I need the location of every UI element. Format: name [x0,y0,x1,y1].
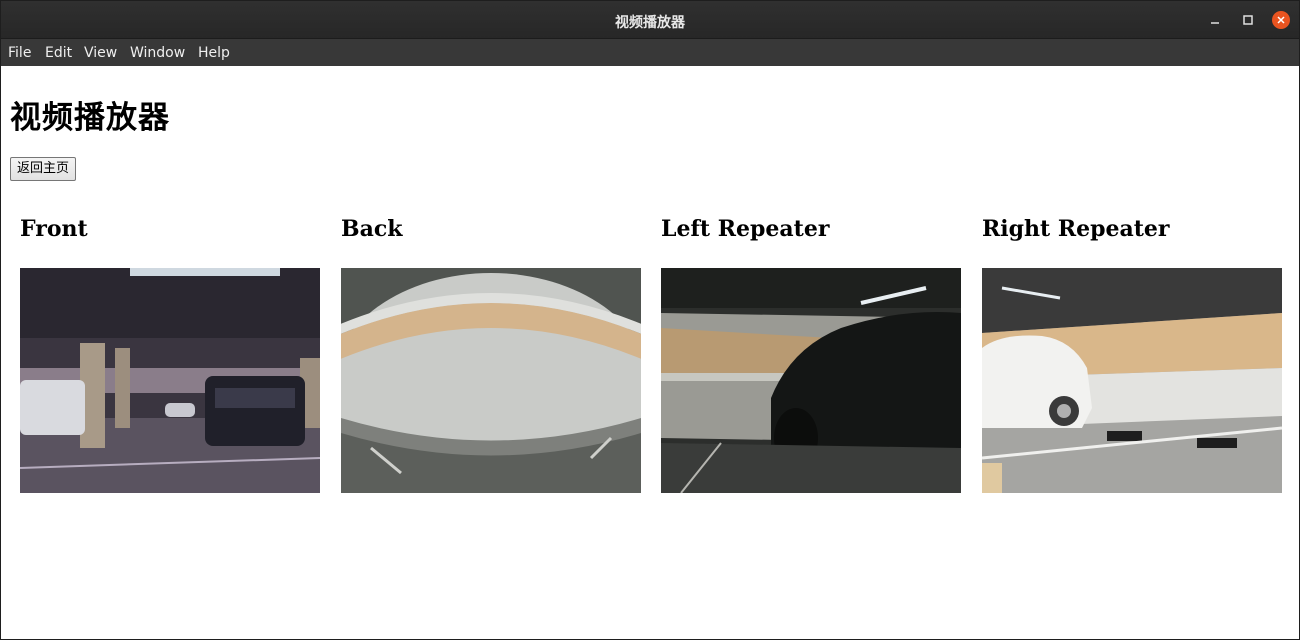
camera-front-video[interactable] [20,268,320,493]
camera-back-title: Back [341,216,403,242]
camera-right-repeater-title: Right Repeater [982,216,1170,242]
camera-right-repeater-video[interactable] [982,268,1282,493]
close-icon [1277,16,1285,24]
maximize-icon [1243,15,1253,25]
menu-bar: File Edit View Window Help [1,39,1299,66]
minimize-icon [1211,22,1219,24]
menu-window[interactable]: Window [130,45,185,61]
camera-left-repeater: Left Repeater [661,216,961,493]
camera-back: Back [341,216,641,493]
window-title: 视频播放器 [615,15,685,31]
menu-file[interactable]: File [8,45,31,61]
page-title: 视频播放器 [10,100,170,136]
app-window: 视频播放器 File Edit View Window Help 视频播放器 返… [0,0,1300,640]
back-home-button[interactable]: 返回主页 [10,157,77,181]
maximize-button[interactable] [1239,11,1257,29]
camera-right-repeater: Right Repeater [982,216,1282,493]
camera-left-repeater-video[interactable] [661,268,961,493]
camera-back-video[interactable] [341,268,641,493]
camera-front: Front [20,216,320,493]
menu-view[interactable]: View [84,45,117,61]
menu-edit[interactable]: Edit [45,45,72,61]
close-button[interactable] [1272,11,1290,29]
main-content: 视频播放器 返回主页 Front Back Left Repeater Righ… [1,66,1299,639]
title-bar[interactable]: 视频播放器 [1,1,1299,39]
camera-front-title: Front [20,216,88,242]
camera-left-repeater-title: Left Repeater [661,216,830,242]
minimize-button[interactable] [1206,11,1224,29]
menu-help[interactable]: Help [198,45,230,61]
